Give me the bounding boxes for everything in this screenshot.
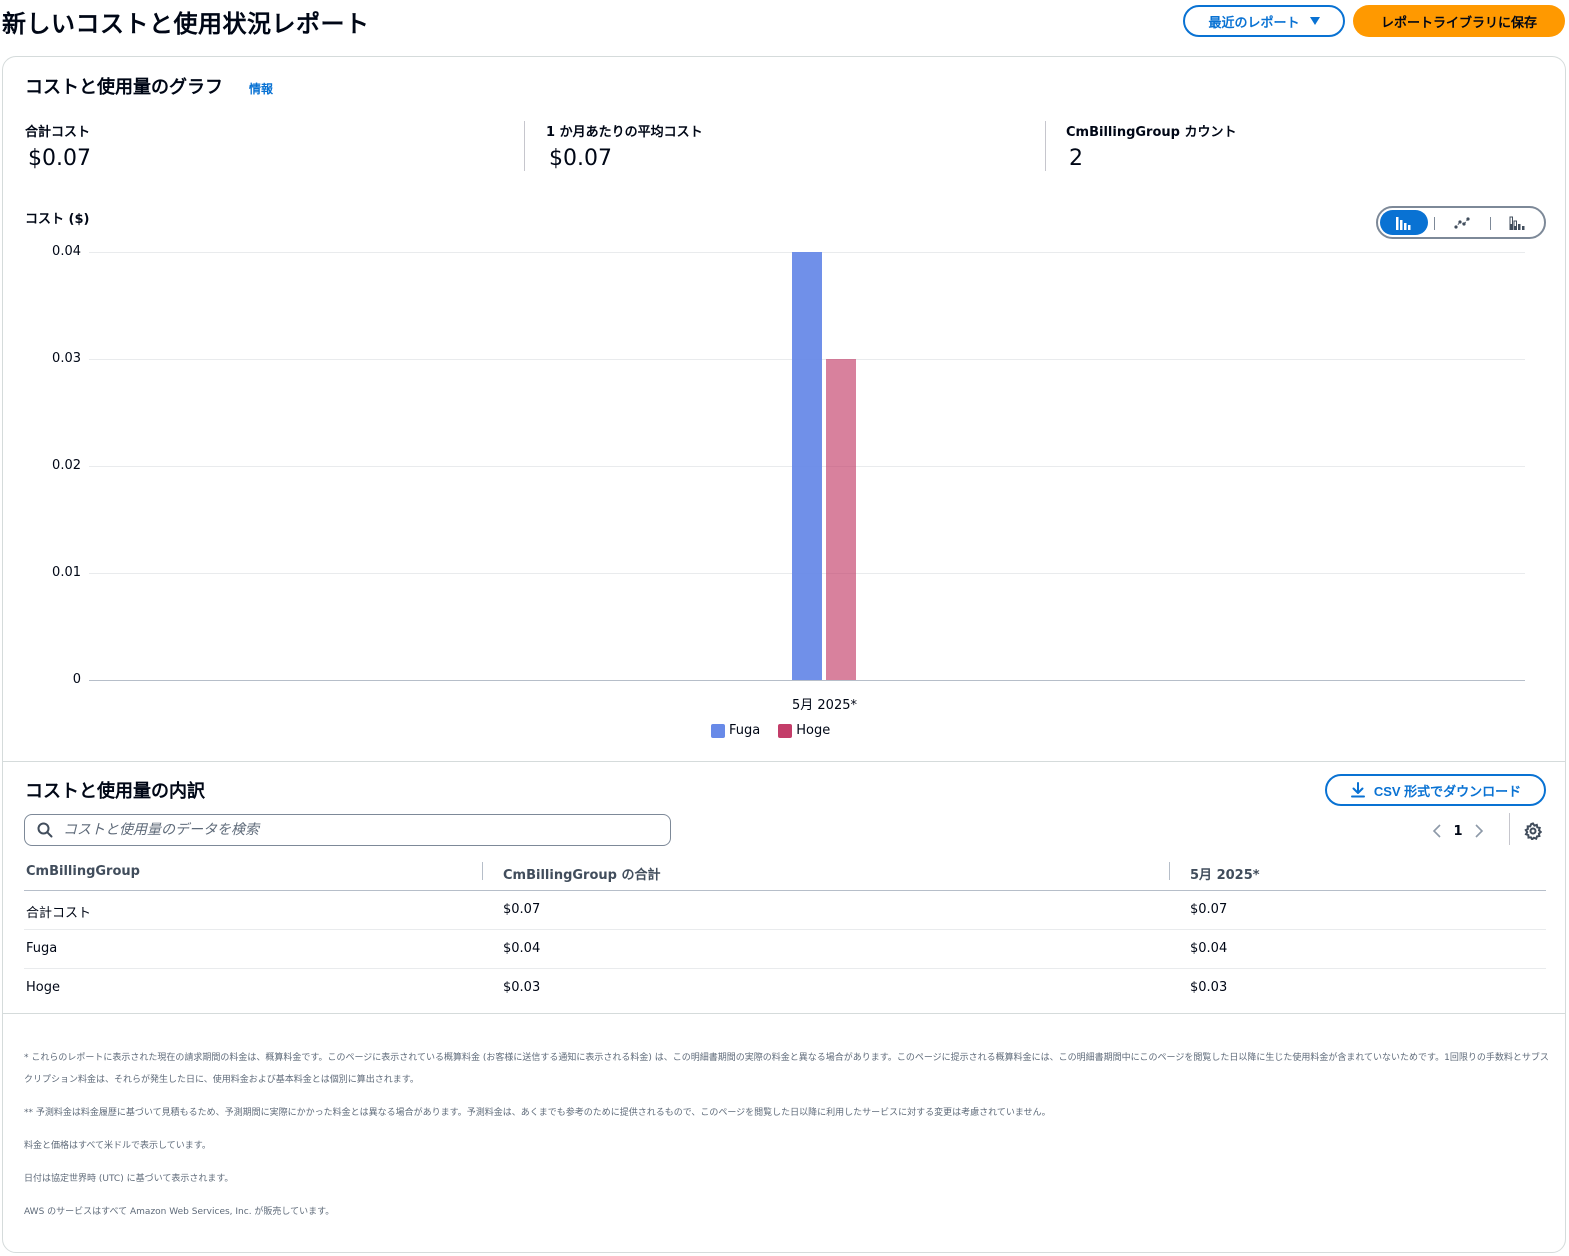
table-cell: $0.07 <box>503 902 541 917</box>
table-preferences-button[interactable] <box>1521 819 1545 843</box>
bar-hoge[interactable] <box>826 359 856 680</box>
download-csv-button[interactable]: CSV 形式でダウンロード <box>1325 774 1546 806</box>
column-header[interactable]: CmBillingGroup の合計 <box>503 864 660 883</box>
toggle-divider <box>1434 217 1435 230</box>
line-chart-icon <box>1454 216 1470 229</box>
footnotes: * これらのレポートに表示された現在の請求期間の料金は、概算料金です。このページ… <box>24 1047 1549 1234</box>
chart-type-toggle <box>1376 206 1546 239</box>
y-tick-label: 0.04 <box>52 244 81 259</box>
chevron-right-icon <box>1475 824 1484 838</box>
metric-value: 2 <box>1069 146 1083 171</box>
graph-title: コストと使用量のグラフ <box>25 77 223 98</box>
table-cell: $0.07 <box>1190 902 1228 917</box>
legend-swatch <box>711 723 725 738</box>
gear-icon <box>1524 822 1542 840</box>
search-field <box>24 814 671 846</box>
search-input[interactable] <box>63 822 623 838</box>
table-cell: $0.03 <box>503 980 541 995</box>
metric-label: CmBillingGroup カウント <box>1066 125 1237 140</box>
search-icon <box>37 822 53 838</box>
bar-chart-icon <box>1396 216 1411 230</box>
table-cell: $0.04 <box>1190 941 1228 956</box>
x-axis-line <box>89 680 1525 681</box>
table-cell: $0.03 <box>1190 980 1228 995</box>
legend-swatch <box>778 723 793 738</box>
footnote: 日付は協定世界時 (UTC) に基づいて表示されます。 <box>24 1174 234 1184</box>
info-link[interactable]: 情報 <box>249 80 273 97</box>
table-cell: 合計コスト <box>26 906 92 921</box>
recent-reports-label: 最近のレポート <box>1208 14 1300 30</box>
table-cell: Fuga <box>26 941 58 956</box>
chevron-left-icon <box>1432 824 1441 838</box>
metric-average-monthly-cost: 1 か月あたりの平均コスト $0.07 <box>546 121 703 171</box>
metric-value: $0.07 <box>549 146 612 171</box>
column-resizer[interactable] <box>482 862 483 880</box>
chart-legend: Fuga Hoge <box>711 723 830 738</box>
table-row: 合計コスト $0.07 $0.07 <box>24 891 1546 930</box>
line-chart-toggle[interactable] <box>1438 210 1486 235</box>
metric-value: $0.07 <box>28 146 91 171</box>
toggle-divider <box>1490 217 1491 230</box>
legend-item-fuga[interactable]: Fuga <box>711 723 760 738</box>
column-resizer[interactable] <box>1169 862 1170 880</box>
section-divider <box>3 761 1565 762</box>
metric-total-cost: 合計コスト $0.07 <box>25 121 91 171</box>
metric-label: 合計コスト <box>25 125 91 140</box>
footer-divider <box>3 1013 1565 1014</box>
breakdown-title: コストと使用量の内訳 <box>25 781 205 802</box>
previous-page-button[interactable] <box>1427 819 1447 843</box>
download-csv-label: CSV 形式でダウンロード <box>1373 783 1522 799</box>
y-tick-label: 0 <box>72 672 81 687</box>
metric-label: 1 か月あたりの平均コスト <box>546 125 703 140</box>
breakdown-table: CmBillingGroup CmBillingGroup の合計 5月 202… <box>24 854 1546 1008</box>
table-header-row: CmBillingGroup CmBillingGroup の合計 5月 202… <box>24 854 1546 891</box>
page-header: 新しいコストと使用状況レポート 最近のレポート レポートライブラリに保存 <box>0 0 1569 56</box>
save-to-library-button[interactable]: レポートライブラリに保存 <box>1353 5 1565 37</box>
y-tick-label: 0.02 <box>52 458 81 473</box>
footnote: ** 予測料金は料金履歴に基づいて見積もるため、予測期間に実際にかかった料金とは… <box>24 1108 1051 1118</box>
metric-group-count: CmBillingGroup カウント 2 <box>1066 121 1236 171</box>
table-row: Fuga $0.04 $0.04 <box>24 930 1546 969</box>
legend-label: Hoge <box>796 723 831 738</box>
page-title: 新しいコストと使用状況レポート <box>2 10 370 38</box>
pagination-divider <box>1509 813 1510 845</box>
stacked-bar-chart-icon <box>1509 216 1525 230</box>
footnote: * これらのレポートに表示された現在の請求期間の料金は、概算料金です。このページ… <box>24 1053 1549 1085</box>
stacked-bar-chart-toggle[interactable] <box>1494 210 1542 235</box>
cost-bar-chart: 0 0.01 0.02 0.03 0.04 5月 2025* <box>3 237 1567 747</box>
caret-down-icon <box>1309 17 1320 25</box>
table-cell: $0.04 <box>503 941 541 956</box>
metric-divider <box>524 121 525 171</box>
x-tick-label: 5月 2025* <box>792 698 857 713</box>
column-header[interactable]: 5月 2025* <box>1190 864 1260 883</box>
bar-fuga[interactable] <box>792 252 822 680</box>
bar-chart-toggle[interactable] <box>1380 210 1428 235</box>
legend-item-hoge[interactable]: Hoge <box>778 723 830 738</box>
next-page-button[interactable] <box>1469 819 1489 843</box>
pagination: 1 <box>1427 819 1489 843</box>
legend-label: Fuga <box>729 723 761 738</box>
y-tick-label: 0.03 <box>52 351 81 366</box>
column-header[interactable]: CmBillingGroup <box>26 864 140 879</box>
table-row: Hoge $0.03 $0.03 <box>24 969 1546 1008</box>
recent-reports-button[interactable]: 最近のレポート <box>1183 5 1345 37</box>
metric-divider <box>1045 121 1046 171</box>
download-icon <box>1350 782 1365 798</box>
y-tick-label: 0.01 <box>52 565 81 580</box>
footnote: 料金と価格はすべて米ドルで表示しています。 <box>24 1141 211 1151</box>
footnote: AWS のサービスはすべて Amazon Web Services, Inc. … <box>24 1207 335 1217</box>
report-card: コストと使用量のグラフ 情報 合計コスト $0.07 1 か月あたりの平均コスト… <box>2 56 1566 1253</box>
current-page-number[interactable]: 1 <box>1447 824 1469 839</box>
table-cell: Hoge <box>26 980 60 995</box>
y-axis-title: コスト ($) <box>25 212 90 227</box>
